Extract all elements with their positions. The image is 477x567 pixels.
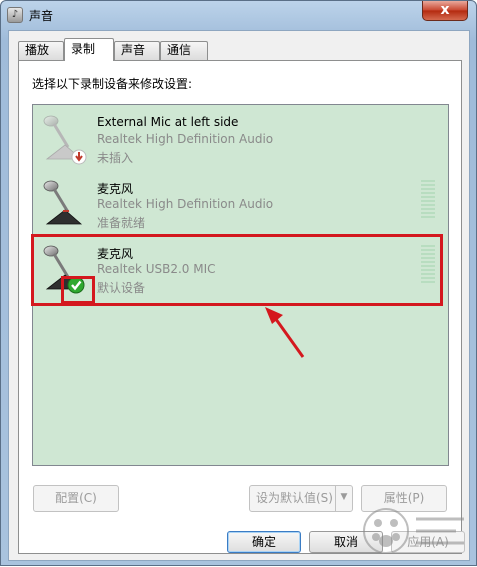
device-name: 麦克风: [97, 247, 134, 261]
level-meter: [421, 245, 435, 285]
device-status: 准备就绪: [97, 216, 146, 230]
ok-button[interactable]: 确定: [227, 531, 301, 553]
speaker-icon: ♪: [7, 7, 23, 23]
device-description: Realtek High Definition Audio: [97, 197, 274, 211]
device-name: External Mic at left side: [97, 115, 239, 129]
list-item[interactable]: 麦克风 Realtek High Definition Audio 准备就绪: [33, 172, 448, 234]
microphone-default-icon: [43, 245, 85, 294]
instruction-text: 选择以下录制设备来修改设置:: [32, 77, 193, 91]
level-meter: [421, 180, 435, 220]
configure-button[interactable]: 配置(C): [33, 485, 119, 512]
tab-communications[interactable]: 通信: [160, 41, 208, 60]
title-bar[interactable]: ♪ 声音 x: [1, 1, 476, 29]
close-button[interactable]: x: [422, 1, 468, 21]
cancel-button[interactable]: 取消: [309, 531, 383, 553]
tab-sounds[interactable]: 声音: [114, 41, 160, 60]
tab-recording[interactable]: 录制: [64, 38, 114, 61]
device-name: 麦克风: [97, 182, 134, 196]
device-status: 未插入: [97, 151, 134, 165]
device-status: 默认设备: [97, 281, 146, 295]
recording-panel: 选择以下录制设备来修改设置: External Mic at left side…: [18, 60, 462, 554]
dialog-client-area: 播放 录制 声音 通信 选择以下录制设备来修改设置: External Mic …: [8, 30, 470, 561]
device-description: Realtek High Definition Audio: [97, 132, 274, 146]
chevron-down-icon[interactable]: ▼: [335, 486, 352, 511]
sound-dialog-window: ♪ 声音 x 播放 录制 声音 通信 选择以下录制设备来修改设置: Extern…: [0, 0, 477, 566]
apply-button[interactable]: 应用(A): [391, 531, 465, 553]
tab-playback[interactable]: 播放: [18, 41, 64, 60]
microphone-unplugged-icon: [43, 115, 87, 165]
device-description: Realtek USB2.0 MIC: [97, 262, 216, 276]
window-title: 声音: [29, 9, 54, 23]
recording-device-list[interactable]: External Mic at left side Realtek High D…: [32, 104, 449, 466]
list-item[interactable]: 麦克风 Realtek USB2.0 MIC 默认设备: [33, 237, 448, 299]
microphone-icon: [43, 180, 83, 225]
properties-button[interactable]: 属性(P): [361, 485, 447, 512]
set-default-label: 设为默认值(S): [256, 491, 333, 505]
set-default-button[interactable]: 设为默认值(S) ▼: [249, 485, 353, 512]
list-item[interactable]: External Mic at left side Realtek High D…: [33, 107, 448, 169]
